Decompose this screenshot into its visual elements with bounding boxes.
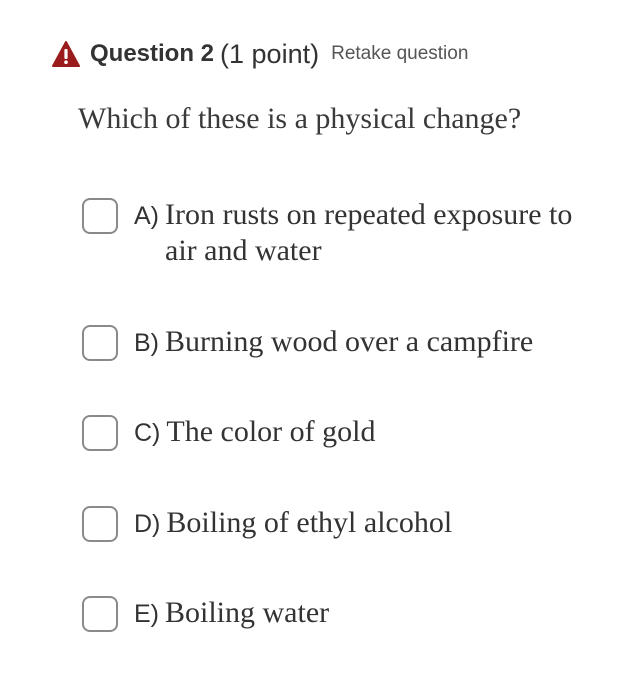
option-a-checkbox[interactable] — [82, 198, 118, 234]
option-d-text: Boiling of ethyl alcohol — [166, 506, 453, 539]
option-d[interactable]: D) Boiling of ethyl alcohol — [82, 505, 590, 543]
option-e-text: Boiling water — [165, 596, 330, 629]
option-e-checkbox[interactable] — [82, 596, 118, 632]
option-c[interactable]: C) The color of gold — [82, 414, 590, 452]
option-b-text: Burning wood over a campfire — [165, 325, 534, 358]
option-c-text: The color of gold — [166, 415, 376, 448]
warning-icon — [52, 41, 80, 67]
retake-question-link[interactable]: Retake question — [331, 43, 468, 65]
option-c-checkbox[interactable] — [82, 415, 118, 451]
option-e-letter: E) — [134, 600, 159, 628]
option-a[interactable]: A) Iron rusts on repeated exposure to ai… — [82, 197, 589, 269]
option-e[interactable]: E) Boiling water — [82, 595, 589, 633]
option-a-letter: A) — [134, 202, 159, 230]
option-a-text: Iron rusts on repeated exposure to air a… — [165, 198, 573, 267]
question-prompt: Which of these is a physical change? — [78, 102, 522, 135]
option-c-letter: C) — [134, 419, 161, 447]
option-d-checkbox[interactable] — [82, 506, 118, 542]
question-header: Question 2 (1 point) Retake question — [52, 32, 468, 76]
question-title: Question 2 — [90, 40, 215, 67]
option-b[interactable]: B) Burning wood over a campfire — [82, 324, 589, 362]
option-d-letter: D) — [134, 510, 161, 538]
option-b-checkbox[interactable] — [82, 325, 118, 361]
option-b-letter: B) — [134, 329, 159, 357]
question-points: (1 point) — [220, 38, 320, 69]
